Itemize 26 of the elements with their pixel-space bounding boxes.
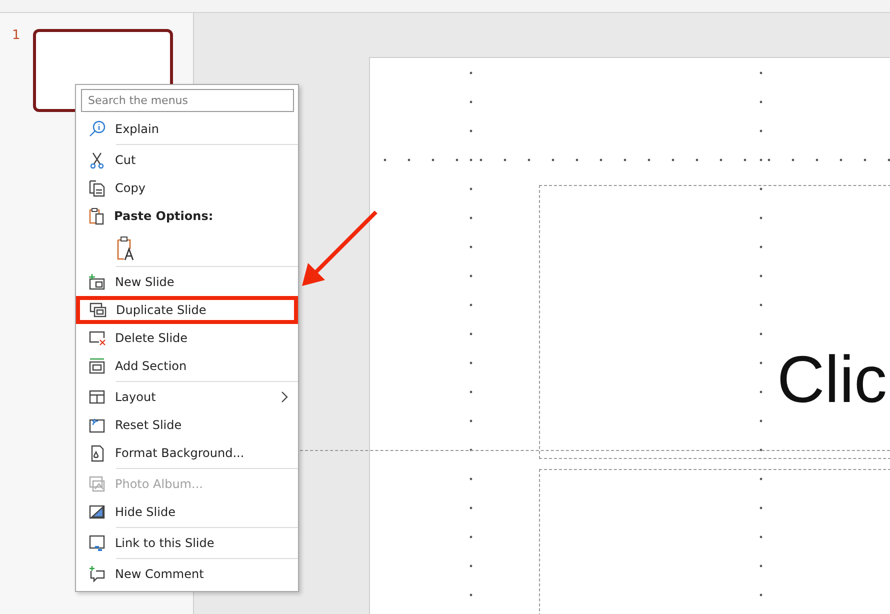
menu-item[interactable]: Layout <box>76 383 298 411</box>
chevron-right-icon <box>280 391 288 403</box>
delete-icon <box>88 329 106 347</box>
copy-icon <box>88 179 106 197</box>
title-text: Clic <box>777 346 887 412</box>
cut-icon <box>88 151 106 169</box>
menu-heading: Paste Options: <box>114 209 214 223</box>
menu-item[interactable]: Add Section <box>76 352 298 380</box>
comment-icon <box>88 565 106 583</box>
new-slide-icon <box>88 273 106 291</box>
menu-item[interactable]: Duplicate Slide <box>76 296 298 324</box>
duplicate-icon <box>89 301 107 319</box>
title-placeholder[interactable]: Clic <box>539 185 890 459</box>
menu-item[interactable]: Reset Slide <box>76 411 298 439</box>
menu-item[interactable]: Delete Slide <box>76 324 298 352</box>
clipboard-icon <box>87 207 105 225</box>
menu-item[interactable]: Hide Slide <box>76 498 298 526</box>
menu-item[interactable]: New Comment <box>76 560 298 588</box>
search-field[interactable]: Search the menus <box>81 89 294 112</box>
menu-item[interactable]: New Slide <box>76 268 298 296</box>
menu-item[interactable]: Cut <box>76 146 298 174</box>
menu-item[interactable]: Copy <box>76 174 298 202</box>
slide-number: 1 <box>12 28 20 43</box>
menu-item[interactable]: Explain <box>76 115 298 143</box>
menu-item[interactable]: Format Background... <box>76 439 298 467</box>
menu-item[interactable]: Link to this Slide <box>76 529 298 557</box>
